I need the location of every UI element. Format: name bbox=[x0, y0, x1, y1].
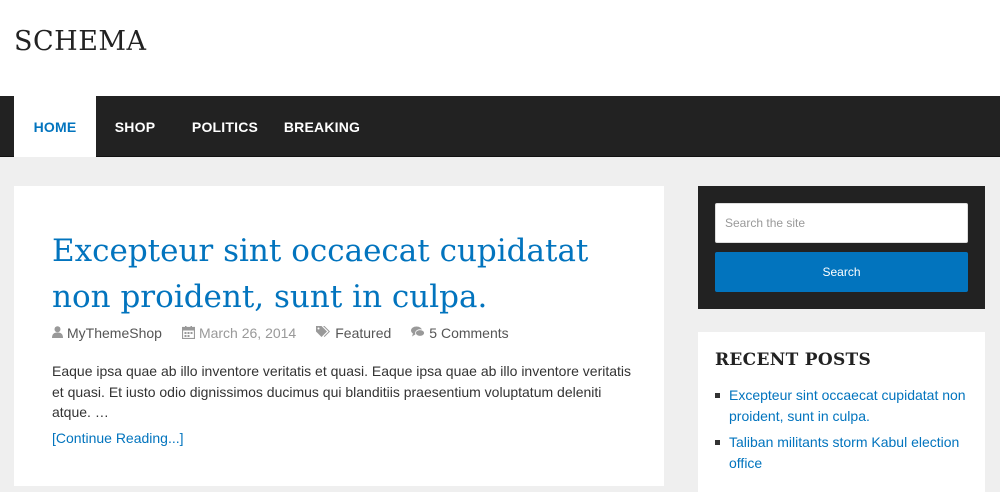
recent-post-item[interactable]: Taliban militants storm Kabul election o… bbox=[715, 432, 970, 473]
post-excerpt: Eaque ipsa quae ab illo inventore verita… bbox=[52, 363, 632, 420]
post-author-link[interactable]: MyThemeShop bbox=[67, 325, 162, 341]
search-button[interactable]: Search bbox=[715, 252, 968, 292]
bullet-icon bbox=[715, 393, 720, 398]
bullet-icon bbox=[715, 440, 720, 445]
post-comments-link[interactable]: 5 Comments bbox=[429, 325, 508, 341]
calendar-icon bbox=[181, 325, 196, 341]
recent-post-item[interactable]: Excepteur sint occaecat cupidatat non pr… bbox=[715, 385, 970, 426]
post-date: March 26, 2014 bbox=[181, 325, 297, 341]
nav-item-politics[interactable]: POLITICS bbox=[174, 96, 276, 157]
post-comments: 5 Comments bbox=[411, 325, 509, 341]
search-input[interactable] bbox=[715, 203, 968, 243]
recent-posts-heading: RECENT POSTS bbox=[715, 350, 872, 370]
post-category: Featured bbox=[316, 325, 391, 341]
main-navigation: HOME SHOP POLITICS BREAKING bbox=[0, 96, 1000, 157]
recent-posts-widget: RECENT POSTS Excepteur sint occaecat cup… bbox=[698, 332, 985, 492]
post-card: Excepteur sint occaecat cupidatat non pr… bbox=[14, 186, 664, 486]
recent-posts-list: Excepteur sint occaecat cupidatat non pr… bbox=[715, 385, 970, 479]
nav-item-home[interactable]: HOME bbox=[14, 96, 96, 157]
post-category-link[interactable]: Featured bbox=[335, 325, 391, 341]
recent-post-title[interactable]: Taliban militants storm Kabul election o… bbox=[729, 434, 959, 471]
tags-icon bbox=[316, 326, 331, 340]
nav-item-breaking[interactable]: BREAKING bbox=[276, 96, 368, 157]
read-more-link[interactable]: [Continue Reading...] bbox=[52, 430, 184, 446]
search-widget: Search bbox=[698, 186, 985, 309]
comments-icon bbox=[411, 326, 426, 340]
site-title[interactable]: SCHEMA bbox=[14, 25, 147, 59]
post-meta: MyThemeShop March 26, 2014 Featured 5 Co… bbox=[52, 325, 529, 341]
post-author: MyThemeShop bbox=[52, 325, 162, 341]
nav-list: HOME SHOP POLITICS BREAKING bbox=[14, 96, 368, 157]
post-date-text: March 26, 2014 bbox=[198, 325, 297, 341]
recent-post-title[interactable]: Excepteur sint occaecat cupidatat non pr… bbox=[729, 387, 966, 424]
site-header: SCHEMA bbox=[0, 0, 1000, 96]
post-title[interactable]: Excepteur sint occaecat cupidatat non pr… bbox=[52, 228, 642, 320]
nav-item-shop[interactable]: SHOP bbox=[96, 96, 174, 157]
user-icon bbox=[52, 326, 63, 340]
